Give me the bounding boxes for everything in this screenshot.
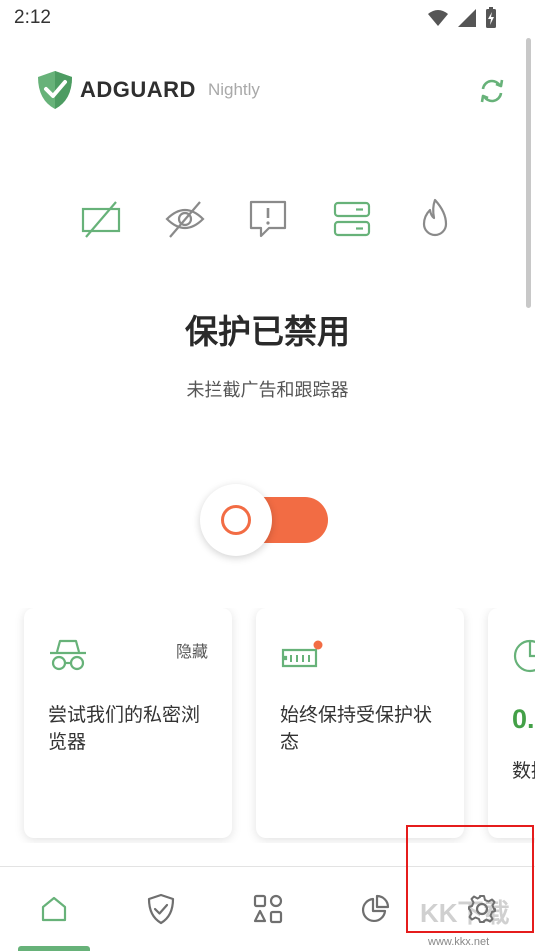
feature-annoyance-blocking[interactable] [245,196,291,242]
status-bar: 2:12 [0,0,535,38]
card-hide-button[interactable]: 隐藏 [176,638,208,662]
battery-charging-icon [486,7,496,28]
incognito-icon [50,639,86,671]
status-time: 2:12 [14,7,51,28]
nav-active-indicator [18,946,90,951]
card-text: 尝试我们的私密浏览器 [48,704,201,753]
card-text: 始终保持受保护状态 [280,704,433,753]
signal-icon [458,9,476,27]
scrollbar[interactable] [526,38,531,308]
pie-chart-icon [513,639,535,673]
card-private-browser[interactable]: 隐藏 尝试我们的私密浏览器 [24,608,232,838]
protection-status-title: 保护已禁用 [185,312,350,351]
home-icon [41,896,66,922]
apps-grid-icon [253,894,282,924]
shield-check-icon [147,893,174,925]
card-stay-protected[interactable]: 始终保持受保护状态 [256,608,464,838]
feature-dns-protection[interactable] [329,196,375,242]
wifi-icon [428,10,448,26]
feature-cards: 隐藏 尝试我们的私密浏览器 始终保持受保护状态 0. 数据节省 [0,608,535,843]
card-text: 数据节省 [512,760,535,782]
logo-text: ADGUARD [80,77,196,102]
protection-toggle[interactable] [200,484,328,556]
pie-chart-icon [361,894,389,923]
feature-row [78,196,458,242]
feature-ad-blocking[interactable] [78,196,124,242]
feature-tracking-protection[interactable] [162,196,208,242]
logo-subtitle: Nightly [207,80,260,99]
refresh-button[interactable] [475,74,509,108]
nav-protection[interactable] [107,867,214,951]
toggle-knob [200,484,272,556]
nav-home[interactable] [0,867,107,951]
power-ring-icon [221,505,251,535]
watermark: KK下载 [420,898,510,928]
adguard-shield-icon [38,71,72,109]
ad-block-icon [81,201,121,238]
server-icon [333,201,370,237]
sync-icon [480,79,504,103]
alert-message-icon [249,200,287,238]
eye-off-icon [164,201,205,238]
card-data-savings[interactable]: 0. 数据节省 [488,608,535,838]
feature-firewall[interactable] [412,196,458,242]
protection-status-description: 未拦截广告和跟踪器 [186,380,349,401]
status-icons [427,7,497,29]
ram-chip-icon [281,640,323,668]
watermark-url: www.kkx.net [428,936,490,948]
card-value: 0. [512,704,535,734]
nav-apps[interactable] [214,867,321,951]
app-header: ADGUARD Nightly [36,68,509,112]
flame-icon [422,198,448,237]
